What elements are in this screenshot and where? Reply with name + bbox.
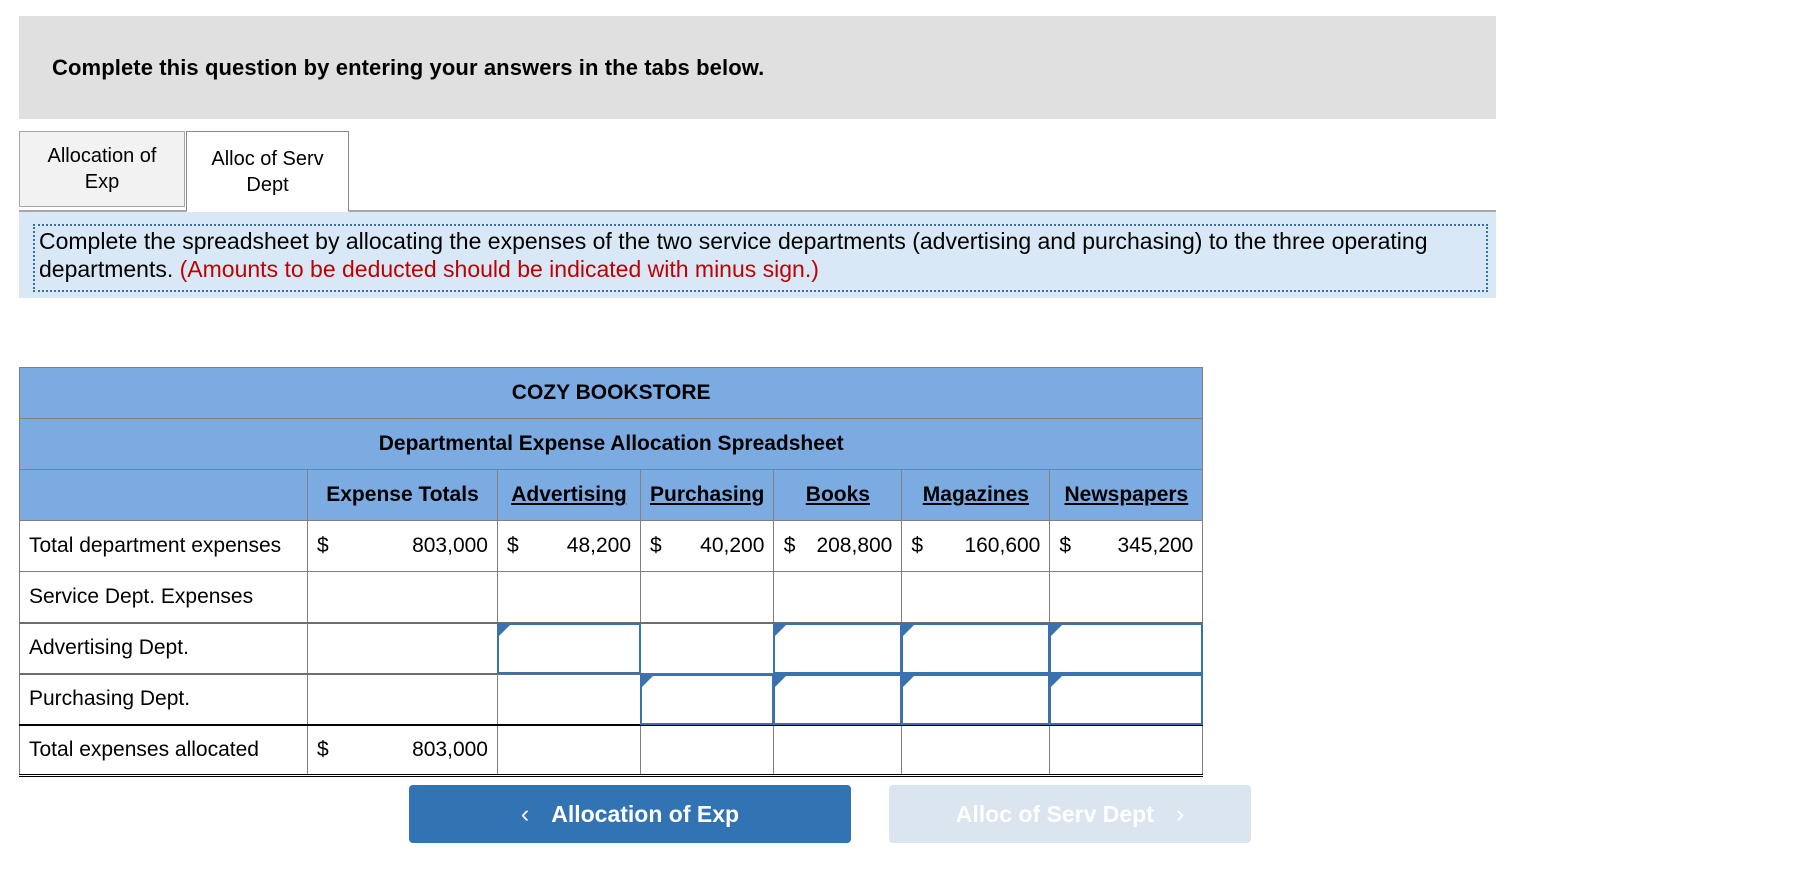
expense-allocation-spreadsheet: COZY BOOKSTORE Departmental Expense Allo… [18,367,1204,777]
input-purchasing-dept-purchasing[interactable] [643,676,772,722]
cell-total-expenses-allocated-purchasing [639,723,775,777]
cell-purchasing-dept-expense-totals [307,672,498,725]
cell-advertising-dept-purchasing [639,621,775,674]
input-cell-purchasing-dept-books[interactable] [773,672,903,725]
amount: 160,600 [964,534,1041,557]
cell-total-department-expenses-purchasing: $ 40,200 [639,520,775,572]
amount: 48,200 [566,534,631,557]
cell-service-dept-expenses-purchasing [639,571,775,623]
column-header-books: Books [773,469,903,521]
cell-service-dept-expenses-expense-totals [307,571,498,623]
input-purchasing-dept-magazines[interactable] [904,676,1048,722]
table-row: Purchasing Dept. [19,672,1204,725]
column-header-purchasing: Purchasing [639,469,775,521]
input-advertising-dept-magazines[interactable] [904,625,1048,671]
cell-total-expenses-allocated-books [773,723,903,777]
row-label-service-dept-expenses: Service Dept. Expenses [19,571,308,623]
input-purchasing-dept-newspapers[interactable] [1052,676,1201,722]
row-label-purchasing-dept: Purchasing Dept. [19,672,308,725]
column-header-blank [19,469,308,521]
question-page: Complete this question by entering your … [0,0,1810,892]
input-purchasing-dept-books[interactable] [776,676,900,722]
amount: 345,200 [1117,534,1194,557]
cell-total-department-expenses-books: $ 208,800 [773,520,903,572]
next-tab-button-label: Alloc of Serv Dept [955,800,1154,827]
input-cell-advertising-dept-newspapers[interactable] [1049,621,1204,674]
amount: 803,000 [412,534,488,557]
tab-alloc-of-serv-dept[interactable]: Alloc of Serv Dept [186,131,349,212]
cell-advertising-dept-expense-totals [307,621,498,674]
column-header-magazines: Magazines [901,469,1051,521]
cell-purchasing-dept-advertising [497,672,641,725]
cell-service-dept-expenses-advertising [497,571,641,623]
cell-total-expenses-allocated-magazines [901,723,1051,777]
input-cell-purchasing-dept-magazines[interactable] [901,672,1051,725]
instruction-box: Complete the spreadsheet by allocating t… [19,212,1496,298]
amount: 803,000 [412,737,488,761]
column-header-advertising: Advertising [497,469,641,521]
tab-navigation-bar: ‹ Allocation of Exp Alloc of Serv Dept › [0,785,1810,847]
cell-total-expenses-allocated-expense-totals: $ 803,000 [307,723,498,777]
amount: 208,800 [816,534,893,557]
dollar-sign: $ [650,534,662,557]
table-row: Total department expenses $ 803,000 $ 48… [19,520,1204,572]
input-advertising-dept-newspapers[interactable] [1052,625,1201,671]
row-label-total-expenses-allocated: Total expenses allocated [19,723,308,777]
column-header-expense-totals: Expense Totals [307,469,498,521]
prev-tab-button[interactable]: ‹ Allocation of Exp [409,785,851,843]
tab-alloc-of-serv-dept-label: Alloc of Serv Dept [211,147,324,196]
row-label-advertising-dept: Advertising Dept. [19,621,308,674]
column-header-row: Expense Totals Advertising Purchasing Bo… [19,469,1204,521]
cell-service-dept-expenses-books [773,571,903,623]
question-banner: Complete this question by entering your … [19,16,1496,119]
tab-allocation-of-exp[interactable]: Allocation of Exp [19,131,185,207]
tab-strip: Allocation of Exp Alloc of Serv Dept [19,131,1496,212]
dollar-sign: $ [911,534,924,557]
row-label-total-department-expenses: Total department expenses [19,520,308,572]
instruction-text: Complete the spreadsheet by allocating t… [39,227,1482,284]
sheet-subtitle-row: Departmental Expense Allocation Spreadsh… [18,418,1204,470]
next-tab-button[interactable]: Alloc of Serv Dept › [889,785,1251,843]
dollar-sign: $ [317,534,329,557]
dollar-sign: $ [317,737,329,761]
table-row: Total expenses allocated $ 803,000 [19,723,1204,777]
prev-tab-button-label: Allocation of Exp [551,800,740,827]
input-advertising-dept-advertising[interactable] [500,625,638,671]
dollar-sign: $ [1059,534,1072,557]
cell-total-department-expenses-newspapers: $ 345,200 [1049,520,1204,572]
cell-total-department-expenses-magazines: $ 160,600 [901,520,1051,572]
sheet-title: COZY BOOKSTORE [18,367,1204,419]
input-cell-advertising-dept-advertising[interactable] [497,621,641,674]
dollar-sign: $ [507,534,519,557]
cell-total-department-expenses-advertising: $ 48,200 [497,520,641,572]
amount: 40,200 [700,534,765,557]
column-header-newspapers: Newspapers [1049,469,1204,521]
cell-service-dept-expenses-newspapers [1049,571,1204,623]
input-advertising-dept-books[interactable] [776,625,900,671]
input-cell-advertising-dept-magazines[interactable] [901,621,1051,674]
sheet-title-row: COZY BOOKSTORE [18,367,1204,419]
table-row: Advertising Dept. [19,621,1204,674]
sheet-subtitle: Departmental Expense Allocation Spreadsh… [18,418,1204,470]
chevron-right-icon: › [1175,799,1185,828]
tab-allocation-of-exp-label: Allocation of Exp [47,145,157,193]
instruction-inner-border: Complete the spreadsheet by allocating t… [33,224,1488,292]
instruction-note: (Amounts to be deducted should be indica… [179,256,819,283]
chevron-left-icon: ‹ [520,799,530,828]
banner-text: Complete this question by entering your … [52,54,765,80]
cell-total-expenses-allocated-advertising [497,723,641,777]
input-cell-purchasing-dept-purchasing[interactable] [639,672,775,725]
input-cell-advertising-dept-books[interactable] [773,621,903,674]
input-cell-purchasing-dept-newspapers[interactable] [1049,672,1204,725]
dollar-sign: $ [783,534,796,557]
cell-total-expenses-allocated-newspapers [1049,723,1204,777]
table-row: Service Dept. Expenses [19,571,1204,623]
cell-service-dept-expenses-magazines [901,571,1051,623]
cell-total-department-expenses-expense-totals: $ 803,000 [307,520,498,572]
